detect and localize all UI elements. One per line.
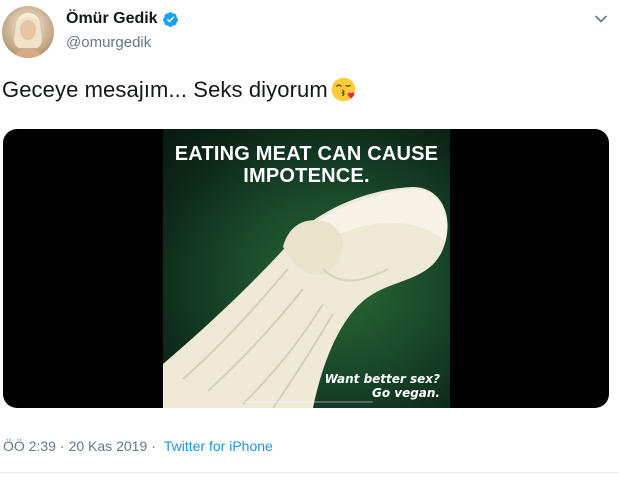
chevron-down-icon[interactable] xyxy=(594,12,608,26)
media-headline-line1: EATING MEAT CAN CAUSE xyxy=(174,143,439,165)
avatar[interactable] xyxy=(2,6,54,58)
display-name[interactable]: Ömür Gedik xyxy=(66,10,158,28)
tweet-source-link[interactable]: Twitter for iPhone xyxy=(164,438,273,454)
video-progress-bar[interactable] xyxy=(243,401,373,403)
user-handle[interactable]: @omurgedik xyxy=(66,34,151,51)
meta-separator-2: · xyxy=(151,438,156,454)
media-image: EATING MEAT CAN CAUSE IMPOTENCE. Want be… xyxy=(163,129,450,408)
tweet: Ömür Gedik @omurgedik Geceye mesajım... … xyxy=(0,0,640,477)
media-tagline-line1: Want better sex? xyxy=(324,372,440,386)
tweet-time[interactable]: ÖÖ 2:39 xyxy=(3,438,56,454)
media-tagline: Want better sex? Go vegan. xyxy=(325,372,440,400)
media-headline: EATING MEAT CAN CAUSE IMPOTENCE. xyxy=(163,143,450,187)
tweet-text-body: Geceye mesajım... Seks diyorum xyxy=(2,76,328,102)
media-video[interactable]: EATING MEAT CAN CAUSE IMPOTENCE. Want be… xyxy=(3,129,609,408)
tweet-meta: ÖÖ 2:39 · 20 Kas 2019 · Twitter for iPho… xyxy=(3,438,273,454)
tweet-date[interactable]: 20 Kas 2019 xyxy=(69,438,148,454)
media-tagline-line2: Go vegan. xyxy=(371,386,440,400)
kiss-face-emoji-icon xyxy=(330,76,357,103)
divider xyxy=(0,472,618,473)
tweet-text: Geceye mesajım... Seks diyorum xyxy=(2,76,357,103)
meta-separator: · xyxy=(59,438,65,454)
media-headline-line2: IMPOTENCE. xyxy=(243,165,370,187)
name-row: Ömür Gedik xyxy=(66,10,179,28)
verified-badge-icon xyxy=(162,11,179,28)
